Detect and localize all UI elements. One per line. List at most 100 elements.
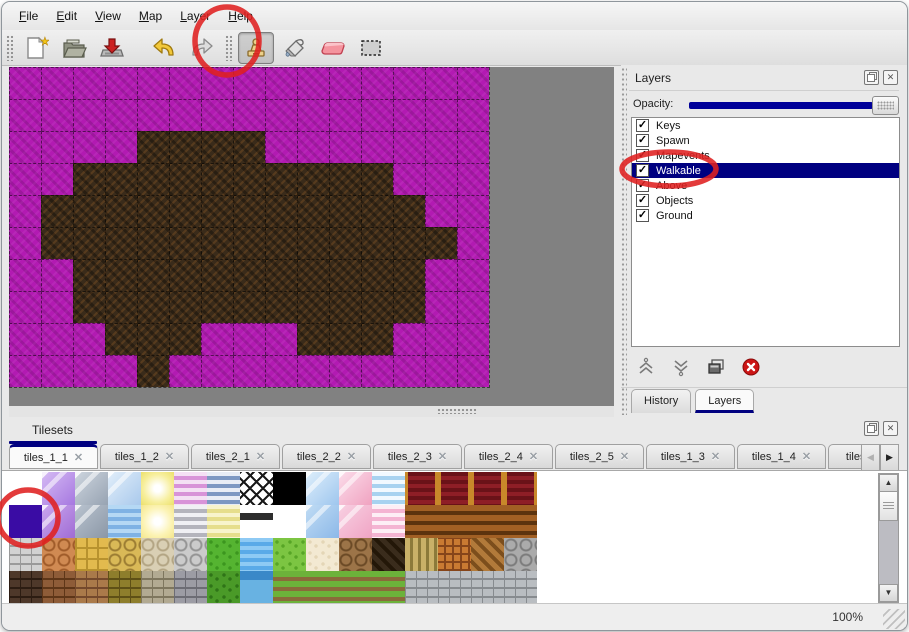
tileset-tab-tiles_2_5[interactable]: tiles_2_5✕ — [555, 444, 644, 469]
map-tile[interactable] — [361, 99, 393, 131]
tileset-tile-glassGraySm[interactable] — [75, 505, 108, 538]
map-tile[interactable] — [41, 195, 73, 227]
map-tile[interactable] — [329, 291, 361, 323]
undo-button[interactable] — [147, 33, 181, 63]
map-tile[interactable] — [297, 323, 329, 355]
map-tile[interactable] — [137, 323, 169, 355]
map-tile[interactable] — [137, 131, 169, 163]
tileset-tab-tiles_1_1[interactable]: tiles_1_1✕ — [9, 444, 98, 469]
tileset-tile-grassLight[interactable] — [273, 538, 306, 571]
map-tile[interactable] — [329, 355, 361, 387]
tileset-tab-tiles_2_2[interactable]: tiles_2_2✕ — [282, 444, 371, 469]
map-tile[interactable] — [425, 99, 457, 131]
tileset-tile-grassRows[interactable] — [306, 571, 339, 604]
map-tile[interactable] — [297, 355, 329, 387]
map-tile[interactable] — [137, 355, 169, 387]
raise-layer-button[interactable] — [633, 355, 659, 379]
checkbox-icon[interactable]: ✓ — [636, 119, 649, 132]
map-tile[interactable] — [457, 163, 489, 195]
map-tile[interactable] — [329, 195, 361, 227]
menu-help[interactable]: Help — [219, 5, 262, 27]
tileset-tile-stripeGray[interactable] — [174, 505, 207, 538]
map-tile[interactable] — [201, 259, 233, 291]
menu-map[interactable]: Map — [130, 5, 171, 27]
toolbar-drag-handle[interactable] — [225, 35, 232, 61]
delete-layer-button[interactable] — [738, 355, 764, 379]
scroll-tabs-left-icon[interactable]: ◀ — [861, 444, 880, 471]
tileset-tile-glassPurple[interactable] — [42, 472, 75, 505]
map-tile[interactable] — [233, 291, 265, 323]
tileset-scrollbar[interactable]: ▲ ▼ — [878, 473, 899, 603]
map-tile[interactable] — [393, 259, 425, 291]
checkbox-icon[interactable]: ✓ — [636, 134, 649, 147]
map-tile[interactable] — [233, 323, 265, 355]
tileset-tile-empty[interactable] — [273, 505, 306, 538]
map-tile[interactable] — [425, 323, 457, 355]
map-tile[interactable] — [265, 67, 297, 99]
map-tile[interactable] — [329, 131, 361, 163]
tileset-tile-flagstone[interactable] — [42, 538, 75, 571]
map-tile[interactable] — [41, 163, 73, 195]
tileset-tile-pinkSm[interactable] — [339, 505, 372, 538]
tileset-tile-brickTan[interactable] — [75, 571, 108, 604]
map-tile[interactable] — [201, 131, 233, 163]
map-tile[interactable] — [393, 291, 425, 323]
tab-close-icon[interactable]: ✕ — [711, 450, 720, 463]
layer-row-above[interactable]: ✓ Above — [632, 178, 899, 193]
map-tile[interactable] — [73, 131, 105, 163]
map-tile[interactable] — [265, 99, 297, 131]
map-tile[interactable] — [361, 291, 393, 323]
layer-row-keys[interactable]: ✓ Keys — [632, 118, 899, 133]
map-tile[interactable] — [73, 259, 105, 291]
map-tile[interactable] — [457, 259, 489, 291]
tileset-tile-dirtPebbles[interactable] — [339, 538, 372, 571]
map-tile[interactable] — [233, 67, 265, 99]
tileset-tile-pebblesBeige[interactable] — [141, 538, 174, 571]
map-tile[interactable] — [393, 195, 425, 227]
map-tile[interactable] — [105, 163, 137, 195]
new-map-button[interactable]: ★ — [19, 33, 53, 63]
map-tile[interactable] — [457, 99, 489, 131]
tileset-tile-darkWood[interactable] — [372, 538, 405, 571]
tileset-tile-stoneWall[interactable] — [141, 571, 174, 604]
map-viewport[interactable] — [9, 67, 614, 406]
map-tile[interactable] — [329, 259, 361, 291]
tab-close-icon[interactable]: ✕ — [256, 450, 265, 463]
map-tile[interactable] — [393, 323, 425, 355]
float-panel-icon[interactable] — [864, 421, 879, 436]
map-tile[interactable] — [137, 195, 169, 227]
map-tile[interactable] — [425, 259, 457, 291]
tab-close-icon[interactable]: ✕ — [74, 451, 83, 464]
tileset-tile-stoneYellow[interactable] — [108, 571, 141, 604]
tileset-tile-glassBlue[interactable] — [108, 472, 141, 505]
map-tile[interactable] — [233, 163, 265, 195]
tileset-tile-pathYellow[interactable] — [108, 538, 141, 571]
tileset-tile-brickBrown[interactable] — [42, 571, 75, 604]
save-map-button[interactable] — [95, 33, 129, 63]
map-tile[interactable] — [297, 227, 329, 259]
tileset-tile-curtain[interactable] — [438, 472, 471, 505]
tileset-tab-tiles_2_4[interactable]: tiles_2_4✕ — [464, 444, 553, 469]
close-panel-icon[interactable]: ✕ — [883, 421, 898, 436]
map-tile[interactable] — [361, 355, 393, 387]
checkbox-icon[interactable]: ✓ — [636, 149, 649, 162]
map-tile[interactable] — [361, 195, 393, 227]
map-tile[interactable] — [457, 195, 489, 227]
tileset-tile-wood[interactable] — [405, 505, 438, 538]
tab-close-icon[interactable]: ✕ — [165, 450, 174, 463]
fill-tool-button[interactable] — [278, 33, 312, 63]
tileset-tile-pebblesGray[interactable] — [174, 538, 207, 571]
tileset-tile-waterEdge[interactable] — [240, 571, 273, 604]
map-tile[interactable] — [73, 291, 105, 323]
tileset-tile-lattice[interactable] — [240, 472, 273, 505]
map-tile[interactable] — [297, 291, 329, 323]
map-tile[interactable] — [105, 259, 137, 291]
map-tile[interactable] — [233, 227, 265, 259]
tileset-tile-stoneLogs[interactable] — [504, 538, 537, 571]
tileset-tile-curtain[interactable] — [504, 472, 537, 505]
tileset-tile-basket[interactable] — [438, 538, 471, 571]
map-tile[interactable] — [137, 227, 169, 259]
map-tile[interactable] — [73, 355, 105, 387]
tileset-tile-water[interactable] — [240, 538, 273, 571]
map-tile[interactable] — [105, 355, 137, 387]
